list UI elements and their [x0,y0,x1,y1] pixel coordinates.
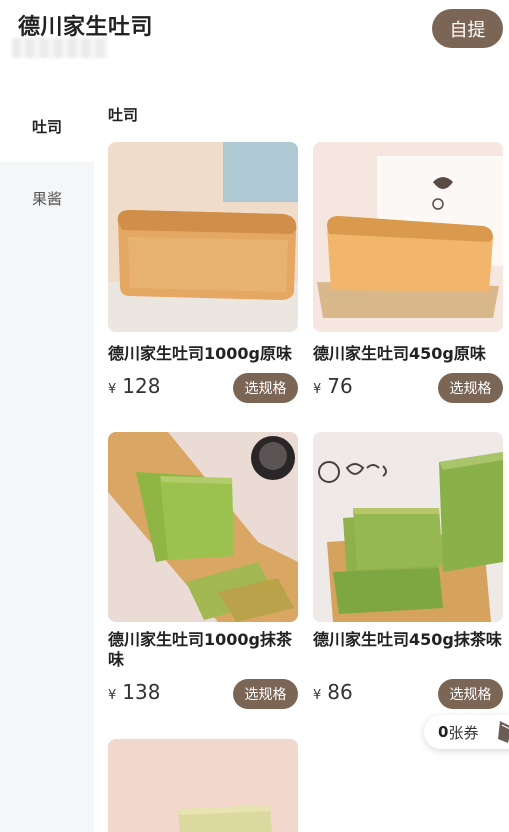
product-name: 德川家生吐司450g原味 [313,344,486,363]
currency-symbol: ¥ [313,688,322,703]
product-card[interactable]: 德川家生吐司1000g抹茶味 ¥138 选规格 [108,432,298,709]
currency-symbol: ¥ [108,688,117,703]
product-price: ¥128 [108,374,160,398]
currency-symbol: ¥ [108,382,117,397]
product-card[interactable]: 德川家生吐司450g抹茶味 ¥86 选规格 [313,432,503,709]
select-spec-button[interactable]: 选规格 [233,679,298,709]
product-image[interactable] [108,739,298,832]
product-image[interactable] [108,142,298,332]
coupon-count: 0 [438,723,449,741]
coupon-button[interactable]: 0 张券 [424,715,509,749]
coupon-ticket-icon [496,719,509,745]
currency-symbol: ¥ [313,382,322,397]
select-spec-button[interactable]: 选规格 [438,373,503,403]
product-name: 德川家生吐司450g抹茶味 [313,630,502,649]
sidebar-item-label: 果酱 [31,189,62,208]
product-name: 德川家生吐司1000g原味 [108,344,292,363]
category-sidebar: 吐司 果酱 [0,90,94,832]
store-name: 德川家生吐司 [18,15,154,40]
price-value: 128 [122,374,161,398]
store-info-blurred [12,38,108,58]
price-value: 138 [122,680,161,704]
price-value: 76 [327,374,353,398]
product-price: ¥138 [108,680,160,704]
product-name: 德川家生吐司1000g抹茶味 [108,630,292,669]
coupon-label: 张券 [448,723,479,742]
select-spec-button[interactable]: 选规格 [438,679,503,709]
product-card[interactable]: 德川家生吐司450g原味 ¥76 选规格 [313,142,503,403]
product-image[interactable] [313,142,503,332]
product-price: ¥76 [313,374,353,398]
product-price: ¥86 [313,680,353,704]
sidebar-item-label: 吐司 [31,117,62,136]
sidebar-item-jam[interactable]: 果酱 [0,162,94,234]
product-image[interactable] [108,432,298,622]
pickup-button[interactable]: 自提 [432,9,503,48]
price-value: 86 [327,680,353,704]
product-image[interactable] [313,432,503,622]
sidebar-item-toast[interactable]: 吐司 [0,90,94,162]
store-header: 德川家生吐司 自提 [0,0,509,90]
product-card[interactable] [108,739,298,832]
select-spec-button[interactable]: 选规格 [233,373,298,403]
product-card[interactable]: 德川家生吐司1000g原味 ¥128 选规格 [108,142,298,403]
section-title: 吐司 [108,106,139,124]
